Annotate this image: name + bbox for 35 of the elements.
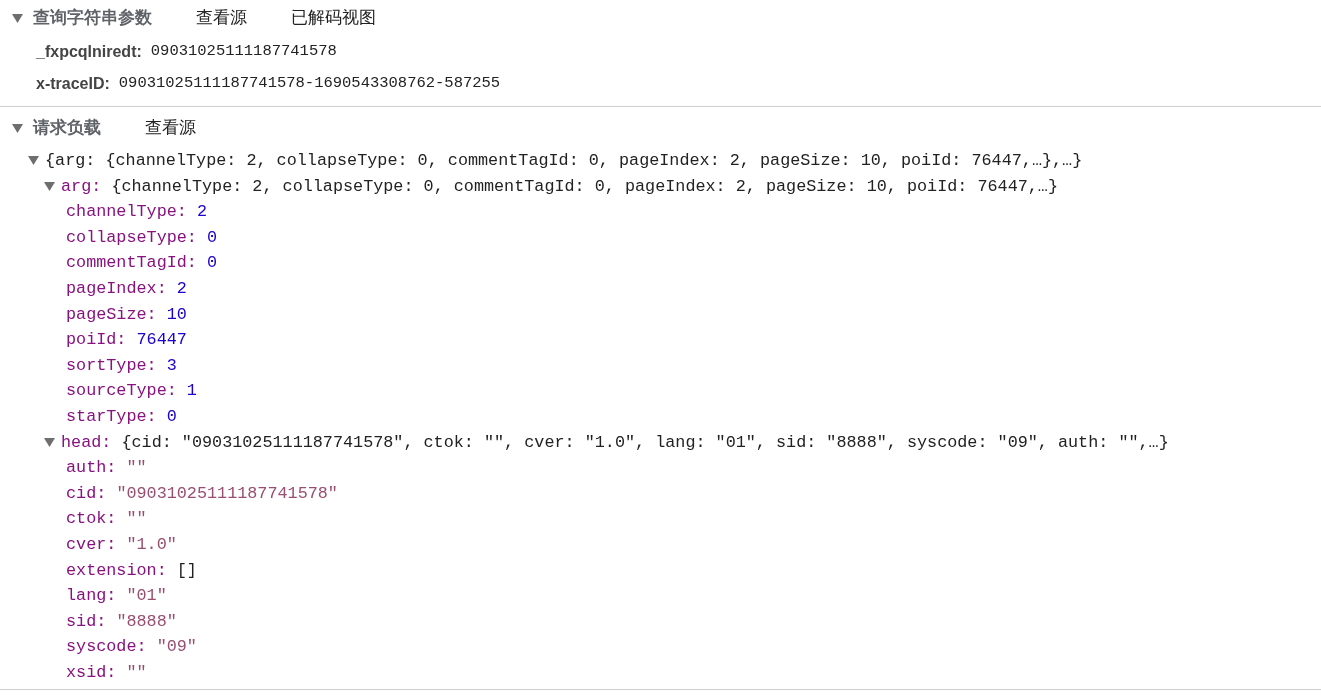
object-summary[interactable]: head: {cid: "09031025111187741578", ctok: "", cver: "1.0", lang: "01", sid: "8888", syscode: "09", auth: "",…} bbox=[61, 429, 1169, 456]
section-title[interactable]: 查询字符串参数 bbox=[33, 5, 152, 31]
param-value: 09031025111187741578-1690543308762-587255 bbox=[118, 73, 501, 95]
property-line: sourceType: 1 bbox=[66, 381, 197, 401]
param-name: x-traceID: bbox=[36, 74, 110, 94]
property-line: ctok: "" bbox=[66, 509, 147, 529]
view-toggle[interactable]: 查看源 bbox=[196, 5, 247, 31]
param-value: 09031025111187741578 bbox=[150, 41, 337, 63]
property-line: lang: "01" bbox=[66, 586, 167, 606]
property-line: sid: "8888" bbox=[66, 611, 177, 631]
property-line: extension: [] bbox=[66, 560, 197, 580]
section-title[interactable]: 请求负载 bbox=[33, 115, 101, 141]
property-line: auth: "" bbox=[66, 458, 147, 478]
property-line: channelType: 2 bbox=[66, 202, 207, 222]
property-line: pageIndex: 2 bbox=[66, 278, 187, 298]
caret-icon[interactable] bbox=[44, 181, 55, 191]
object-summary[interactable]: arg: {channelType: 2, collapseType: 0, commentTagId: 0, pageIndex: 2, pageSize: 10, poiId: 76447,…} bbox=[61, 173, 1058, 200]
property-line: syscode: "09" bbox=[66, 637, 197, 657]
param-name: _fxpcqlniredt: bbox=[36, 42, 142, 62]
property-line: poiId: 76447 bbox=[66, 330, 187, 350]
caret-icon[interactable] bbox=[12, 13, 23, 23]
view-toggle[interactable]: 已解码视图 bbox=[291, 5, 376, 31]
property-line: cver: "1.0" bbox=[66, 534, 177, 554]
view-toggle[interactable]: 查看源 bbox=[145, 115, 196, 141]
property-line: collapseType: 0 bbox=[66, 227, 218, 247]
property-line: commentTagId: 0 bbox=[66, 253, 218, 273]
property-line: xsid: "" bbox=[66, 662, 147, 682]
caret-icon[interactable] bbox=[44, 437, 55, 447]
payload-summary[interactable]: {arg: {channelType: 2, collapseType: 0, commentTagId: 0, pageIndex: 2, pageSize: 10, poiId: 76447,…},…} bbox=[45, 148, 1083, 174]
property-line: cid: "09031025111187741578" bbox=[66, 483, 338, 503]
property-line: starType: 0 bbox=[66, 406, 177, 426]
caret-icon[interactable] bbox=[28, 156, 39, 166]
property-line: pageSize: 10 bbox=[66, 304, 187, 324]
caret-icon[interactable] bbox=[12, 123, 23, 133]
property-line: sortType: 3 bbox=[66, 355, 177, 375]
